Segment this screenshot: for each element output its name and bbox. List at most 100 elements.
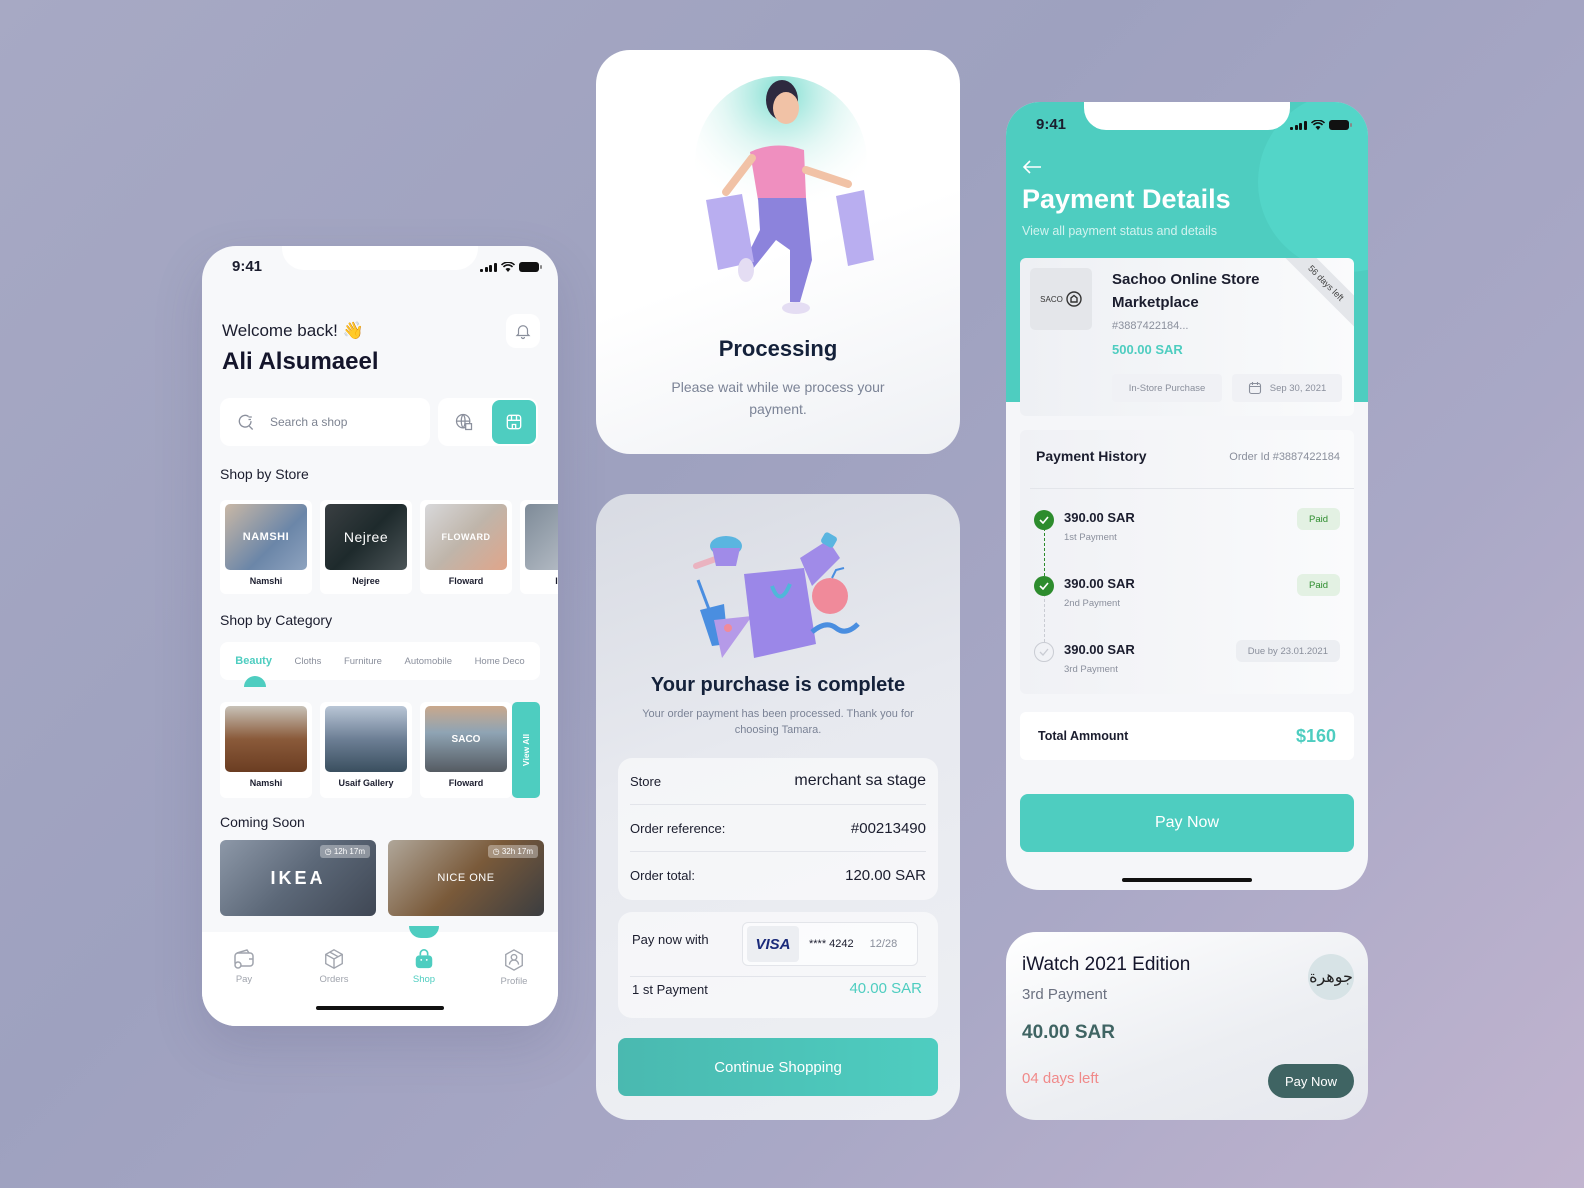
check-circle-icon [1034,576,1054,596]
home-indicator [316,1006,444,1010]
notifications-button[interactable] [506,314,540,348]
pay-now-button[interactable]: Pay Now [1020,794,1354,852]
merchant-logo-text: SACO [1040,294,1063,304]
category-tab-automobile[interactable]: Automobile [405,656,453,667]
store-card-ikea[interactable]: IK IKEA [520,500,558,594]
signal-icon [480,262,497,272]
store-card-nejree[interactable]: Nejree Nejree [320,500,412,594]
tab-label: Orders [319,974,349,985]
storefront-icon [506,414,522,430]
in-store-toggle-button[interactable] [492,400,536,444]
category-item-label: Namshi [249,778,283,788]
tab-profile[interactable]: Profile [484,948,544,987]
countdown-timer: ◷ 12h 17m [319,845,370,858]
store-brand: NAMSHI [242,531,290,543]
coming-soon-row: ◷ 12h 17m IKEA ◷ 32h 17m NICE ONE [220,840,544,916]
store-image: FLOWARD [425,504,507,570]
online-toggle-button[interactable] [446,404,482,440]
payment-amount: 390.00 SAR [1064,642,1135,657]
globe-icon [455,413,473,431]
total-label: Total Ammount [1038,729,1129,743]
payment-history-card: Payment History Order Id #3887422184 390… [1020,430,1354,694]
store-carousel: NAMSHI Namshi Nejree Nejree FLOWARD Flow… [220,500,558,594]
payment-method-box: Pay now with VISA **** 4242 12/28 1 st P… [618,912,938,1018]
payment-history-item: 390.00 SAR 1st Payment Paid [1034,508,1340,554]
divider [1030,488,1354,489]
countdown-value: 12h 17m [333,847,365,856]
wallet-icon [234,949,254,969]
installment-amount: 40.00 SAR [1022,1022,1115,1043]
purchase-complete-subtitle: Your order payment has been processed. T… [642,708,914,736]
view-all-button[interactable]: View All [512,702,540,798]
coming-soon-brand: NICE ONE [437,872,495,884]
shopping-bag-illustration [693,532,860,658]
status-time: 9:41 [1036,116,1067,133]
shopper-illustration [695,76,874,314]
merchant-logo: جوهرة [1308,954,1354,1000]
store-brand: Nejree [343,529,389,545]
first-payment-label: 1 st Payment [632,982,708,997]
store-image: NAMSHI [225,504,307,570]
category-item-card[interactable]: Namshi [220,702,312,798]
home-indicator [1122,878,1252,882]
store-card-namshi[interactable]: NAMSHI Namshi [220,500,312,594]
back-button[interactable] [1022,160,1042,179]
merchant-name: Sachoo Online Store Marketplace [1112,271,1260,311]
view-all-label: View All [521,733,531,767]
category-item-label: Usaif Gallery [338,778,394,788]
purchase-type: In-Store Purchase [1128,382,1206,394]
pay-now-button[interactable]: Pay Now [1268,1064,1354,1098]
bottom-tab-bar: Pay Orders Shop Profile [202,926,558,1026]
order-total-value: 120.00 SAR [845,867,926,884]
category-item-brand: SACO [451,733,481,745]
order-reference-value[interactable]: #00213490 [851,820,926,837]
signal-icon [1290,120,1307,130]
payment-card[interactable]: VISA **** 4242 12/28 [742,922,918,966]
total-value: $160 [1295,725,1336,746]
check-circle-icon [1034,510,1054,530]
store-image: IK [525,504,558,570]
date-chip: Sep 30, 2021 [1232,374,1342,402]
category-item-image [325,706,407,772]
tab-pay[interactable]: Pay [214,948,274,985]
bag-icon [415,949,433,969]
shop-by-store-title: Shop by Store [220,466,309,482]
battery-icon [1328,120,1352,130]
category-items: Namshi Usaif Gallery SACO Floward [220,702,512,798]
category-tab-beauty[interactable]: Beauty [235,655,272,667]
payment-label: 1st Payment [1064,532,1117,543]
category-item-card[interactable]: SACO Floward [420,702,512,798]
category-tab-furniture[interactable]: Furniture [344,656,382,667]
continue-shopping-button[interactable]: Continue Shopping [618,1038,938,1096]
search-input[interactable] [270,415,400,429]
notch [282,246,478,270]
category-tab-home-deco[interactable]: Home Deco [475,656,525,667]
tab-shop[interactable]: Shop [394,948,454,985]
tab-label: Pay [235,974,253,985]
status-icons [1290,120,1352,130]
merchant-logo: SACO [1030,268,1092,330]
category-tab-cloths[interactable]: Cloths [294,656,321,667]
store-card-floward[interactable]: FLOWARD Floward [420,500,512,594]
merchant-card: SACO Sachoo Online Store Marketplace #38… [1020,258,1354,416]
divider [630,976,926,977]
category-item-label: Floward [448,778,484,788]
order-reference-label: Order reference: [630,820,726,836]
battery-icon [518,262,542,272]
coming-soon-card-ikea[interactable]: ◷ 12h 17m IKEA [220,840,376,916]
card-number: **** 4242 [809,938,854,950]
bell-icon [515,325,531,340]
coming-soon-card-nice-one[interactable]: ◷ 32h 17m NICE ONE [388,840,544,916]
order-total-label: Order total: [630,868,696,883]
category-item-card[interactable]: Usaif Gallery [320,702,412,798]
processing-subtitle: Please wait while we process your paymen… [671,379,885,417]
purchase-type-chip: In-Store Purchase [1112,374,1222,402]
tab-orders[interactable]: Orders [304,948,364,985]
payment-history-item: 390.00 SAR 3rd Payment Due by 23.01.2021 [1034,640,1340,686]
store-label: Store [630,773,662,789]
search-field[interactable] [220,398,430,446]
welcome-text: Welcome back! 👋 [222,321,364,340]
profile-icon [505,949,523,971]
status-badge: Paid [1296,508,1340,530]
store-image: Nejree [325,504,407,570]
